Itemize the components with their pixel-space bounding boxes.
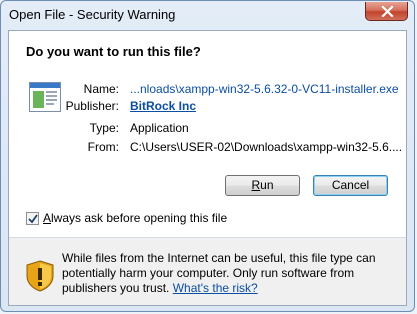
- whats-the-risk-link[interactable]: What's the risk?: [173, 281, 258, 295]
- from-value: C:\Users\USER-02\Downloads\xampp-win32-5…: [130, 140, 403, 154]
- publisher-label: Publisher:: [65, 99, 119, 113]
- always-ask-mnemonic: A: [43, 211, 52, 225]
- warning-message: While files from the Internet can be use…: [62, 251, 397, 296]
- publisher-link[interactable]: BitRock Inc: [130, 99, 196, 113]
- window-title: Open File - Security Warning: [9, 7, 176, 22]
- dialog-content: Do you want to run this file? Name: ...n…: [8, 30, 407, 306]
- cancel-button[interactable]: Cancel: [313, 175, 388, 196]
- name-label: Name:: [83, 82, 119, 96]
- run-mnemonic: R: [251, 178, 261, 192]
- type-value: Application: [130, 121, 189, 135]
- close-icon: [381, 6, 394, 17]
- run-button[interactable]: Run: [225, 175, 300, 196]
- dialog-question: Do you want to run this file?: [26, 44, 201, 59]
- cancel-label: Cancel: [331, 178, 370, 192]
- always-ask-label[interactable]: Always ask before opening this file: [43, 211, 227, 225]
- run-label: un: [260, 178, 274, 192]
- always-ask-checkbox[interactable]: [26, 212, 39, 225]
- warning-panel: While files from the Internet can be use…: [9, 238, 406, 305]
- file-name-link[interactable]: ...nloads\xampp-win32-5.6.32-0-VC11-inst…: [130, 82, 399, 96]
- title-bar[interactable]: Open File - Security Warning: [1, 1, 414, 29]
- always-ask-text: lways ask before opening this file: [51, 211, 228, 225]
- type-label: Type:: [89, 121, 119, 135]
- security-warning-dialog: Open File - Security Warning Do you want…: [0, 0, 415, 312]
- from-label: From:: [87, 140, 119, 154]
- checkmark-icon: [28, 214, 38, 224]
- shield-warning-icon: [26, 260, 54, 292]
- close-button[interactable]: [365, 2, 408, 21]
